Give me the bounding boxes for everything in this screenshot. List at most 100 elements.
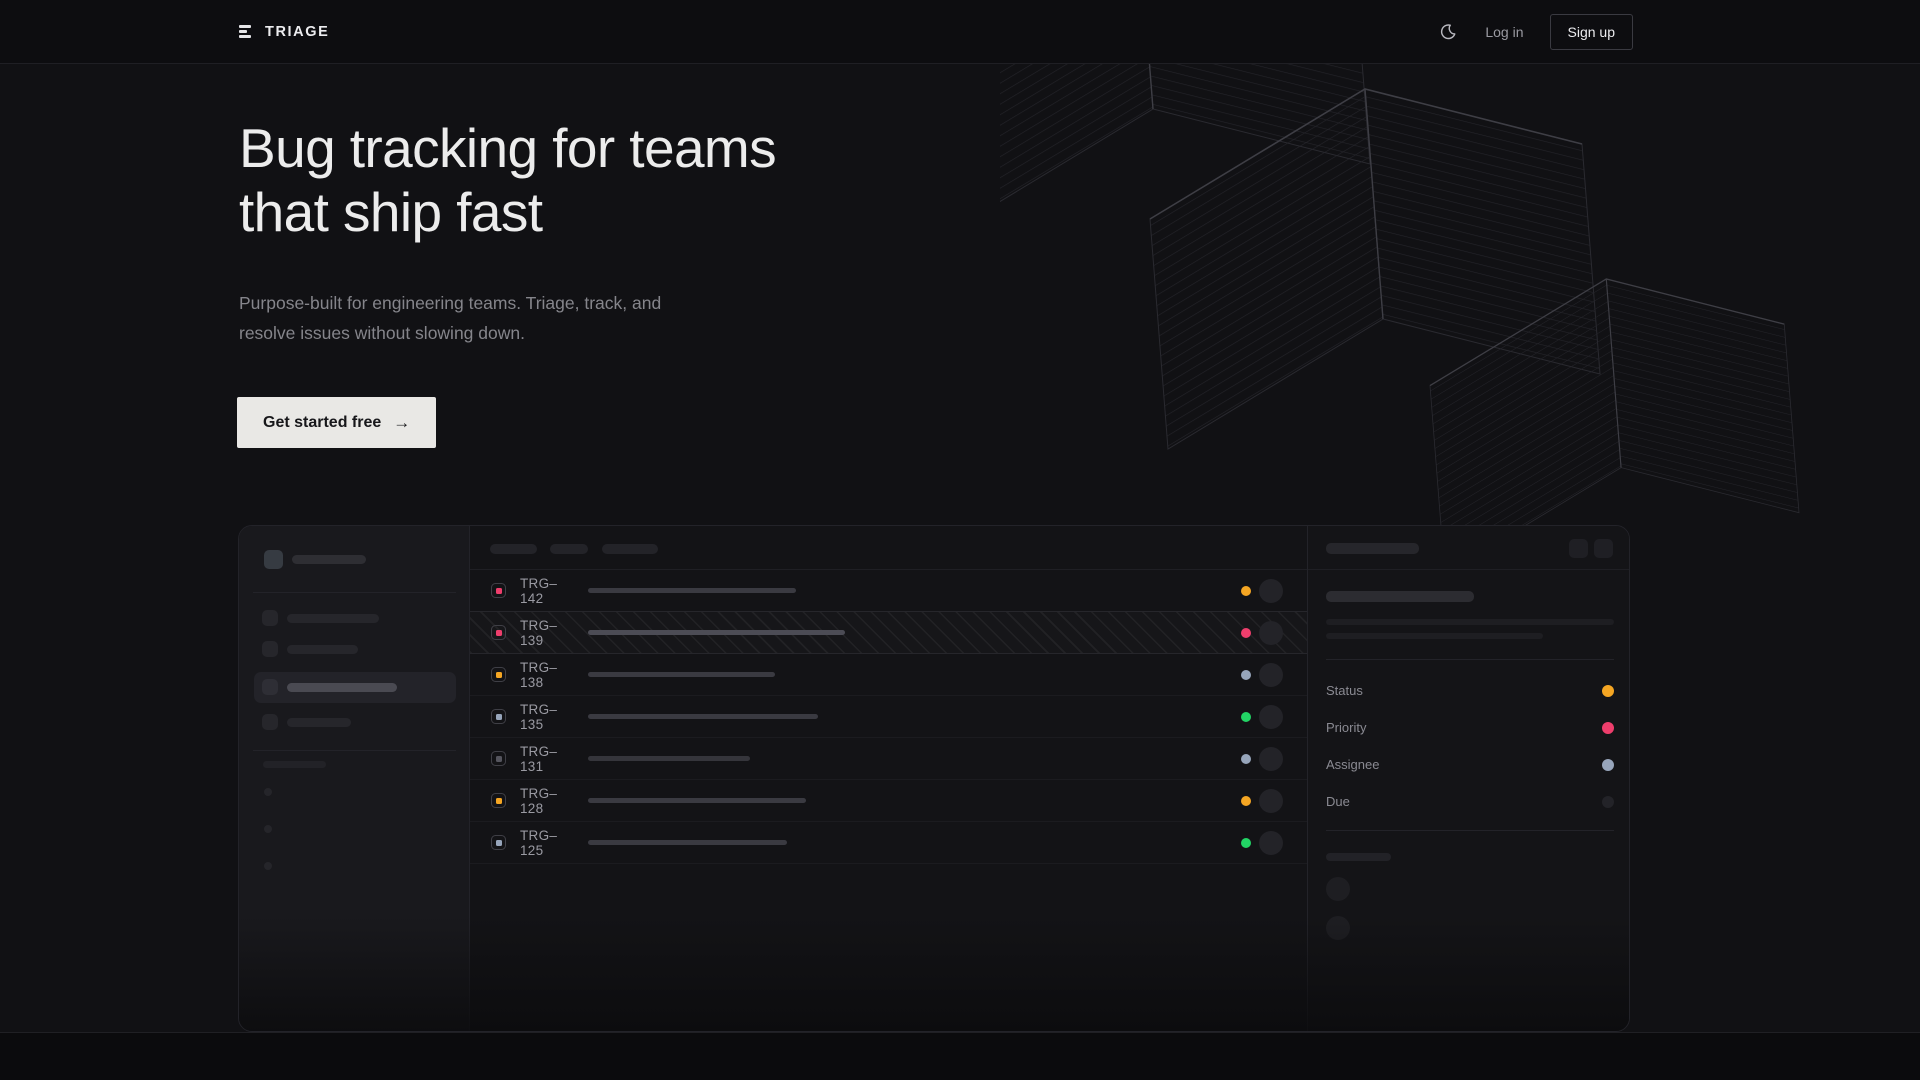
issue-row-meta — [1241, 705, 1283, 729]
field-value-dot — [1602, 796, 1614, 808]
sidebar-bullet[interactable] — [264, 788, 272, 796]
list-tab-skeleton[interactable] — [490, 544, 537, 554]
field-label: Status — [1326, 683, 1363, 698]
sidebar-item-3-active[interactable] — [254, 672, 456, 703]
issue-type-icon — [491, 709, 506, 724]
issue-row[interactable]: TRG–131 — [470, 738, 1307, 780]
issue-row-meta — [1241, 621, 1283, 645]
issue-id: TRG–142 — [520, 576, 572, 606]
issue-list-column: TRG–142 TRG–139 TRG–138 TRG–135 — [470, 526, 1307, 1031]
panel-header-skeleton — [1326, 543, 1419, 554]
issue-row[interactable]: TRG–128 — [470, 780, 1307, 822]
detail-fields: Status Priority Assignee Due — [1326, 672, 1614, 820]
status-dot — [1241, 796, 1251, 806]
list-tab-skeleton[interactable] — [602, 544, 658, 554]
footer-band — [0, 1032, 1920, 1080]
moon-icon — [1439, 23, 1457, 41]
list-tab-skeleton[interactable] — [550, 544, 588, 554]
sidebar-divider — [253, 750, 456, 751]
brand-name: TRIAGE — [265, 24, 329, 40]
field-label: Priority — [1326, 720, 1366, 735]
issue-row-meta — [1241, 747, 1283, 771]
field-label: Assignee — [1326, 757, 1379, 772]
issue-row[interactable]: TRG–139 — [470, 612, 1307, 654]
issue-id: TRG–138 — [520, 660, 572, 690]
panel-divider — [1326, 830, 1614, 831]
get-started-button[interactable]: Get started free → — [237, 397, 436, 448]
issue-row[interactable]: TRG–142 — [470, 570, 1307, 612]
panel-header — [1308, 526, 1630, 570]
signup-button[interactable]: Sign up — [1550, 14, 1633, 50]
description-line-skeleton — [1326, 633, 1543, 639]
issue-id: TRG–131 — [520, 744, 572, 774]
field-value-dot — [1602, 722, 1614, 734]
sidebar-item-icon — [262, 610, 278, 626]
issue-type-icon — [491, 667, 506, 682]
hero-subtitle: Purpose-built for engineering teams. Tri… — [239, 288, 719, 348]
theme-toggle-button[interactable] — [1437, 21, 1459, 43]
detail-field-row[interactable]: Assignee — [1326, 746, 1614, 783]
arrow-right-icon: → — [393, 413, 410, 433]
sidebar-item-label-skeleton — [287, 614, 379, 623]
activity-label-skeleton — [1326, 853, 1391, 861]
issue-row[interactable]: TRG–135 — [470, 696, 1307, 738]
wireframe-ribbons-decoration — [1000, 64, 1800, 534]
assignee-avatar — [1259, 789, 1283, 813]
sidebar-item-1[interactable] — [254, 603, 456, 634]
status-dot — [1241, 838, 1251, 848]
sidebar-bullet[interactable] — [264, 825, 272, 833]
sidebar-item-icon — [262, 679, 278, 695]
issue-type-icon — [491, 625, 506, 640]
workspace-icon[interactable] — [264, 550, 283, 569]
field-value-dot — [1602, 685, 1614, 697]
sidebar-item-label-skeleton — [287, 683, 397, 692]
activity-avatar — [1326, 916, 1350, 940]
sidebar-item-label-skeleton — [287, 718, 351, 727]
status-dot — [1241, 670, 1251, 680]
field-value-dot — [1602, 759, 1614, 771]
panel-action-button[interactable] — [1594, 539, 1613, 558]
status-dot — [1241, 754, 1251, 764]
detail-field-row[interactable]: Due — [1326, 783, 1614, 820]
mockup-sidebar — [239, 526, 470, 1031]
issue-title-skeleton — [588, 756, 750, 761]
issue-id: TRG–125 — [520, 828, 572, 858]
field-label: Due — [1326, 794, 1350, 809]
issue-row-meta — [1241, 663, 1283, 687]
issue-type-icon — [491, 835, 506, 850]
assignee-avatar — [1259, 663, 1283, 687]
issue-id: TRG–135 — [520, 702, 572, 732]
sidebar-item-4[interactable] — [254, 707, 456, 738]
workspace-name-skeleton — [292, 555, 366, 564]
sidebar-bullet[interactable] — [264, 862, 272, 870]
sidebar-item-icon — [262, 714, 278, 730]
panel-divider — [1326, 659, 1614, 660]
login-link[interactable]: Log in — [1485, 24, 1523, 40]
issue-type-icon — [491, 751, 506, 766]
issue-title-skeleton — [588, 588, 796, 593]
assignee-avatar — [1259, 579, 1283, 603]
landing-page: TRIAGE Log in Sign up Bug tracking for t… — [0, 0, 1920, 1080]
issue-title-skeleton — [588, 672, 775, 677]
nav-actions: Log in Sign up — [1437, 14, 1633, 50]
issue-rows: TRG–142 TRG–139 TRG–138 TRG–135 — [470, 570, 1307, 864]
hero-heading-line2: that ship fast — [239, 181, 542, 243]
detail-field-row[interactable]: Status — [1326, 672, 1614, 709]
issue-row[interactable]: TRG–138 — [470, 654, 1307, 696]
top-navbar: TRIAGE Log in Sign up — [0, 0, 1920, 64]
issue-type-icon — [491, 793, 506, 808]
brand-logo[interactable]: TRIAGE — [239, 24, 329, 40]
issue-title-skeleton — [588, 630, 845, 635]
issue-detail-panel: Status Priority Assignee Due — [1307, 526, 1630, 1031]
issue-row-meta — [1241, 579, 1283, 603]
panel-action-button[interactable] — [1569, 539, 1588, 558]
issue-row[interactable]: TRG–125 — [470, 822, 1307, 864]
sidebar-item-label-skeleton — [287, 645, 358, 654]
detail-field-row[interactable]: Priority — [1326, 709, 1614, 746]
sidebar-item-2[interactable] — [254, 634, 456, 665]
triage-logo-icon — [239, 25, 252, 38]
assignee-avatar — [1259, 705, 1283, 729]
status-dot — [1241, 712, 1251, 722]
assignee-avatar — [1259, 747, 1283, 771]
status-dot — [1241, 628, 1251, 638]
